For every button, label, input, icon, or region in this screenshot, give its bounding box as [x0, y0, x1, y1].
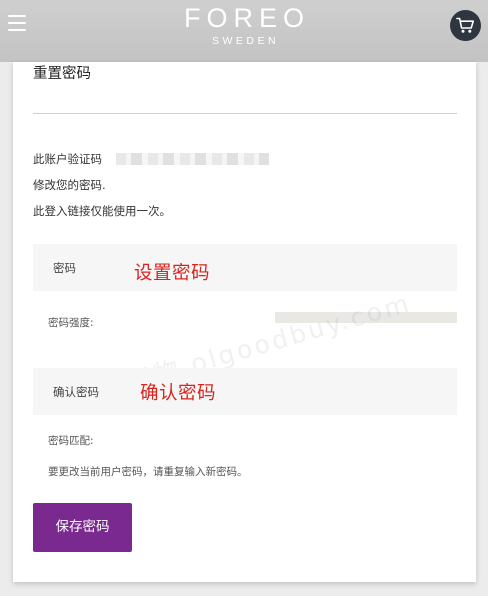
cart-icon — [456, 17, 474, 33]
site-header: FOREO SWEDEN — [0, 0, 488, 62]
password-field[interactable]: 密码 — [33, 244, 461, 293]
confirm-password-annotation: 确认密码 — [140, 383, 217, 404]
redacted-verification-code — [116, 153, 269, 165]
password-label: 密码 — [53, 261, 76, 275]
reset-password-card: 重置密码 此账户验证码 修改您的密码. 此登入链接仅能使用一次。 密码 设置密码… — [13, 62, 476, 582]
instruction-line-1: 修改您的密码. — [33, 178, 106, 192]
title-divider — [33, 113, 457, 114]
confirm-password-label: 确认密码 — [53, 385, 99, 399]
brand-name: FOREO — [183, 3, 310, 33]
save-password-button[interactable]: 保存密码 — [33, 503, 132, 552]
account-verification-text: 此账户验证码 — [33, 152, 102, 166]
confirm-password-field[interactable]: 确认密码 — [33, 368, 461, 417]
brand-logo[interactable]: FOREO SWEDEN — [0, 4, 488, 48]
password-match-label: 密码匹配: — [48, 435, 94, 447]
cart-button[interactable] — [450, 10, 481, 41]
password-strength-label: 密码强度: — [48, 317, 94, 329]
password-hint: 要更改当前用户密码，请重复输入新密码。 — [48, 466, 248, 478]
password-annotation: 设置密码 — [134, 263, 211, 284]
brand-subtitle: SWEDEN — [211, 35, 280, 47]
instruction-line-2: 此登入链接仅能使用一次。 — [33, 204, 171, 218]
page-title: 重置密码 — [33, 66, 91, 82]
